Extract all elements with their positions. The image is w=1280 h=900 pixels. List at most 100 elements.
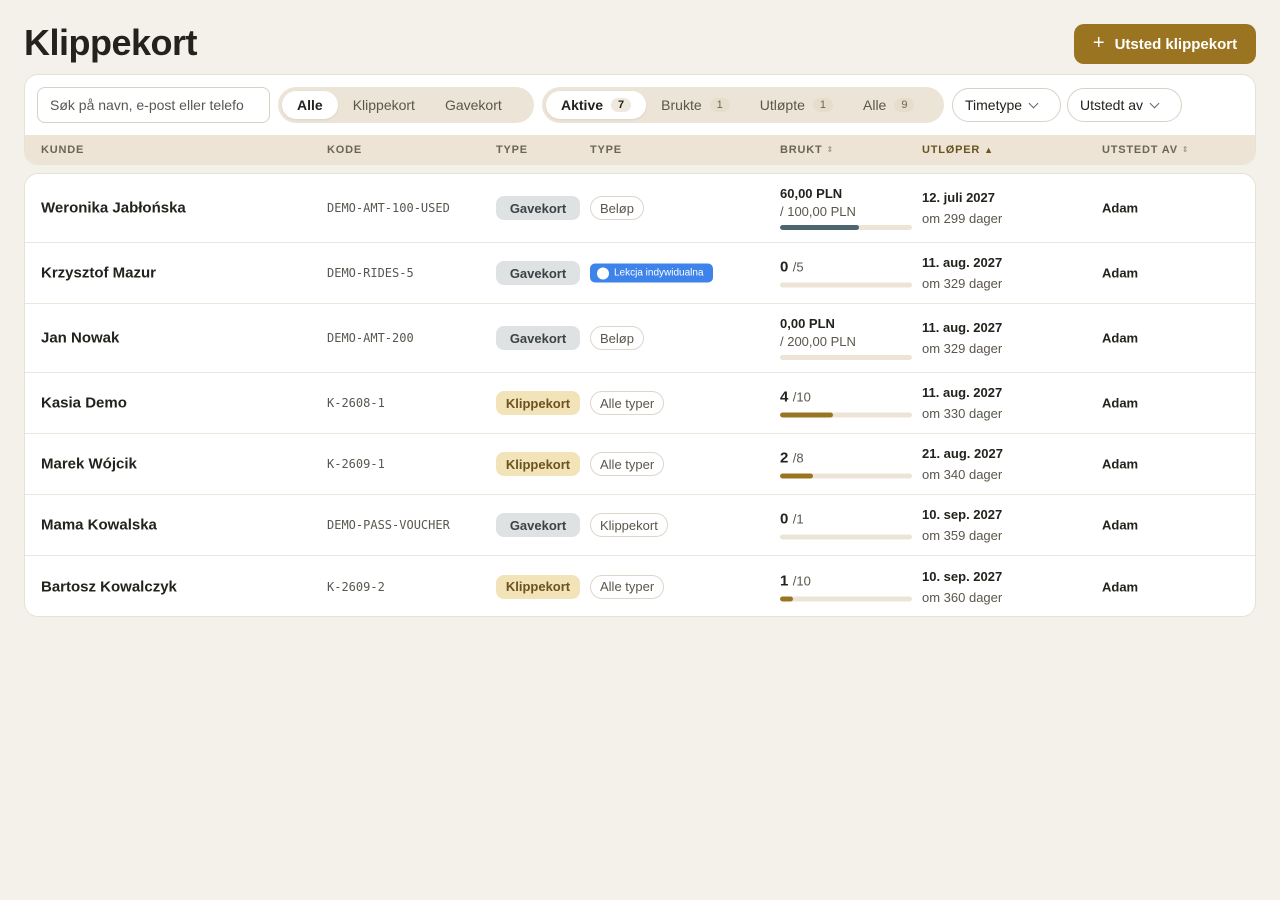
status-filter-active[interactable]: Aktive 7 — [546, 91, 647, 119]
table-row[interactable]: Kasia Demo K-2608-1 Klippekort Alle type… — [25, 373, 1255, 434]
usage-cell: 60,00 PLN / 100,00 PLN — [780, 186, 912, 230]
usage-progress-fill — [780, 225, 860, 230]
status-filter-expired[interactable]: Utløpte 1 — [745, 91, 848, 119]
type-badge: Gavekort — [496, 326, 580, 350]
column-header-label: KODE — [327, 144, 362, 156]
type-badge: Klippekort — [496, 574, 580, 599]
column-header-issued-by[interactable]: UTSTEDT AV ⇕ — [1102, 144, 1189, 156]
issue-punchcard-button[interactable]: + Utsted klippekort — [1074, 24, 1256, 64]
status-filter-label: Utløpte — [759, 97, 805, 113]
subtype-chip: Beløp — [590, 196, 644, 220]
expiry-cell: 11. aug. 2027 om 329 dager — [922, 320, 1002, 356]
chevron-down-icon — [1028, 98, 1039, 108]
column-header-subtype: TYPE — [590, 144, 622, 156]
customer-name: Krzysztof Mazur — [41, 264, 157, 282]
type-badge: Klippekort — [496, 391, 580, 415]
issued-by: Adam — [1102, 200, 1139, 216]
plus-icon: + — [1092, 32, 1105, 54]
status-filter-used[interactable]: Brukte 1 — [646, 91, 745, 119]
subtype-chip: Klippekort — [590, 513, 668, 537]
status-filter-label: Brukte — [661, 97, 702, 113]
expiry-relative: om 340 dager — [922, 467, 1003, 482]
total-count: /5 — [792, 259, 804, 275]
used-amount: 60,00 PLN — [780, 186, 843, 201]
expiry-cell: 10. sep. 2027 om 360 dager — [922, 569, 1002, 605]
subtype-chip: Beløp — [590, 326, 644, 350]
type-filter-all[interactable]: Alle — [282, 91, 338, 119]
type-filter-giftcard[interactable]: Gavekort — [430, 91, 517, 119]
usage-cell: 1 /10 — [780, 572, 912, 601]
expiry-date: 11. aug. 2027 — [922, 255, 1003, 270]
issued-by: Adam — [1102, 517, 1139, 533]
table-row[interactable]: Bartosz Kowalczyk K-2609-2 Klippekort Al… — [25, 556, 1255, 616]
issued-by: Adam — [1102, 395, 1139, 411]
total-count: /10 — [792, 389, 811, 405]
issued-by: Adam — [1102, 579, 1139, 594]
used-count: 1 — [780, 572, 789, 589]
used-count: 2 — [780, 449, 789, 467]
expiry-date: 12. juli 2027 — [922, 190, 995, 205]
column-header-used[interactable]: BRUKT ⇕ — [780, 144, 833, 156]
column-header-label: BRUKT — [780, 144, 823, 156]
column-header-label: KUNDE — [41, 144, 85, 156]
usage-progress-bar — [780, 412, 912, 418]
expiry-cell: 11. aug. 2027 om 329 dager — [922, 255, 1002, 291]
column-header-code: KODE — [327, 144, 362, 156]
usage-progress-bar — [780, 355, 912, 360]
type-filter-segments: Alle Klippekort Gavekort — [278, 87, 534, 123]
expiry-cell: 12. juli 2027 om 299 dager — [922, 190, 1002, 226]
used-amount: 0,00 PLN — [780, 316, 835, 331]
subtype-chip: Alle typer — [590, 391, 665, 415]
issuer-dropdown[interactable]: Utstedt av — [1067, 88, 1182, 122]
subtype-chip: Alle typer — [590, 574, 665, 599]
page-title: Klippekort — [24, 22, 198, 63]
table-header: KUNDE KODE TYPE TYPE BRUKT ⇕ UTLØPER ▲ UTS… — [25, 135, 1255, 164]
column-header-expires[interactable]: UTLØPER ▲ — [922, 144, 993, 156]
table-row[interactable]: Weronika Jabłońska DEMO-AMT-100-USED Gav… — [25, 174, 1255, 243]
card-code: K-2609-1 — [327, 457, 385, 471]
table-row[interactable]: Marek Wójcik K-2609-1 Klippekort Alle ty… — [25, 434, 1255, 495]
table-row[interactable]: Krzysztof Mazur DEMO-RIDES-5 Gavekort Le… — [25, 243, 1255, 304]
lesson-type-chip: Lekcja indywidualna — [590, 263, 713, 283]
expiry-cell: 10. sep. 2027 om 359 dager — [922, 507, 1002, 543]
status-filter-segments: Aktive 7 Brukte 1 Utløpte 1 Alle 9 — [542, 87, 944, 123]
expiry-relative: om 359 dager — [922, 528, 1003, 543]
usage-progress-bar — [780, 282, 912, 288]
usage-progress-bar — [780, 225, 912, 230]
timetype-dropdown[interactable]: Timetype — [952, 88, 1061, 122]
status-count-badge: 7 — [611, 98, 632, 112]
used-count: 0 — [780, 258, 789, 276]
expiry-date: 10. sep. 2027 — [922, 568, 1003, 584]
total-amount: / 200,00 PLN — [780, 334, 856, 349]
usage-progress-bar — [780, 596, 912, 601]
usage-progress-fill — [780, 596, 794, 601]
table-row[interactable]: Jan Nowak DEMO-AMT-200 Gavekort Beløp 0,… — [25, 304, 1255, 373]
usage-cell: 2 /8 — [780, 450, 912, 479]
card-code: DEMO-AMT-100-USED — [327, 201, 450, 215]
usage-cell: 4 /10 — [780, 389, 912, 418]
card-code: DEMO-PASS-VOUCHER — [327, 518, 450, 532]
used-count: 0 — [780, 510, 789, 528]
expiry-cell: 21. aug. 2027 om 340 dager — [922, 446, 1003, 482]
total-count: /10 — [792, 573, 811, 588]
expiry-date: 21. aug. 2027 — [922, 446, 1003, 461]
total-count: /8 — [792, 450, 804, 466]
used-count: 4 — [780, 388, 789, 406]
type-filter-punchcard[interactable]: Klippekort — [338, 91, 430, 119]
issued-by: Adam — [1102, 456, 1139, 472]
status-filter-label: Aktive — [561, 97, 604, 113]
usage-cell: 0,00 PLN / 200,00 PLN — [780, 316, 912, 360]
expiry-relative: om 329 dager — [922, 276, 1003, 291]
usage-cell: 0 /1 — [780, 511, 912, 540]
expiry-relative: om 330 dager — [922, 406, 1003, 421]
chevron-down-icon — [1149, 98, 1160, 108]
column-header-type: TYPE — [496, 144, 528, 156]
sort-icon: ⇕ — [1181, 145, 1189, 154]
usage-progress-bar — [780, 534, 912, 540]
card-code: K-2609-2 — [327, 579, 385, 594]
status-filter-all[interactable]: Alle 9 — [848, 91, 929, 119]
search-input[interactable] — [37, 87, 270, 123]
table-row[interactable]: Mama Kowalska DEMO-PASS-VOUCHER Gavekort… — [25, 495, 1255, 556]
column-header-customer: KUNDE — [41, 144, 84, 156]
card-code: K-2608-1 — [327, 396, 385, 410]
